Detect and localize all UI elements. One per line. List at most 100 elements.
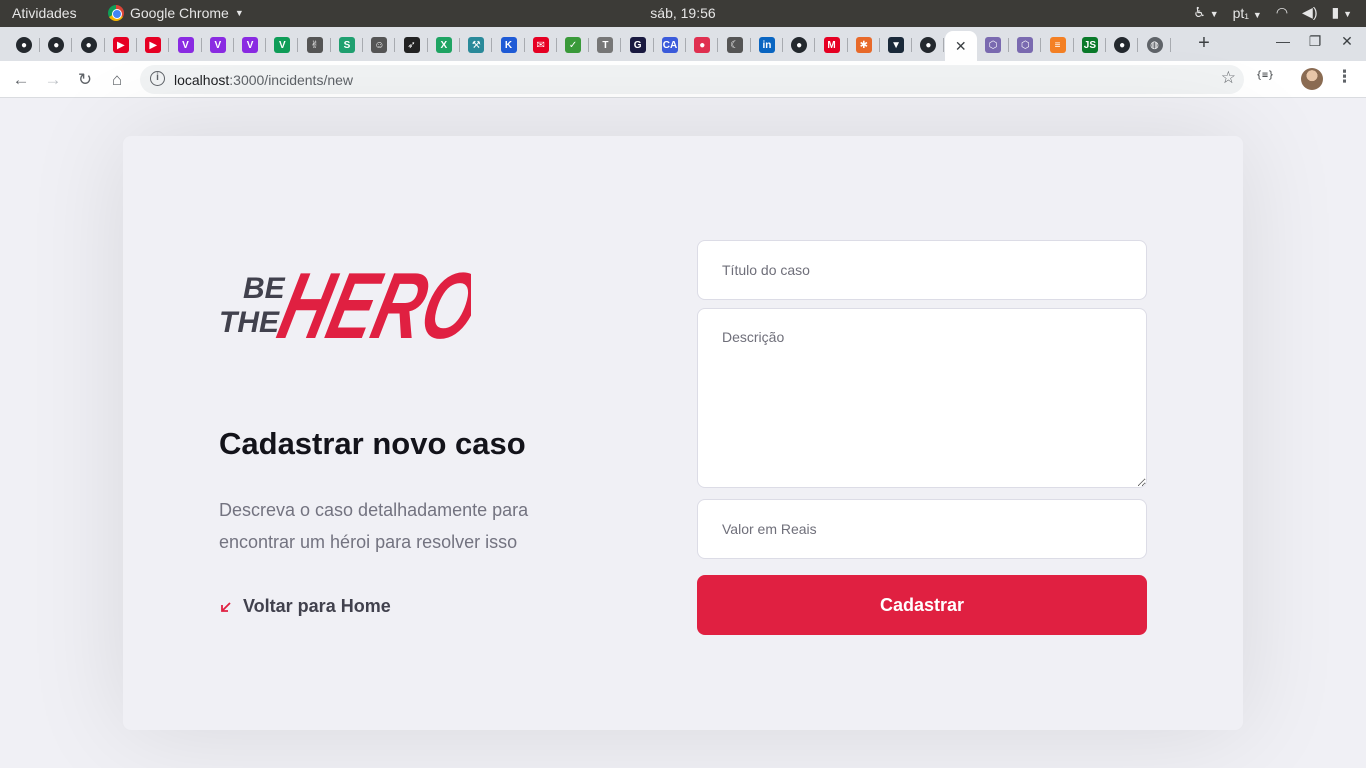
- browser-tab[interactable]: V: [234, 31, 267, 59]
- browser-tab[interactable]: ▼: [880, 31, 913, 59]
- browser-tab[interactable]: V: [170, 31, 202, 59]
- accessibility-icon[interactable]: ♿ ▼: [1193, 4, 1218, 21]
- browser-tab[interactable]: ☺: [363, 31, 396, 59]
- browser-tab[interactable]: S: [331, 31, 363, 59]
- language-indicator[interactable]: pt₁ ▼: [1233, 5, 1262, 21]
- s-icon: S: [339, 37, 355, 53]
- minimize-icon[interactable]: —: [1273, 33, 1293, 49]
- site-info-icon[interactable]: i: [150, 71, 165, 86]
- back-home-label: Voltar para Home: [243, 596, 391, 616]
- browser-tab[interactable]: ●: [40, 31, 73, 59]
- page-body: BE THE HERO Cadastrar novo caso Descreva…: [0, 98, 1366, 768]
- chat-icon: ✉: [532, 37, 549, 53]
- browser-tab[interactable]: ◍: [1139, 31, 1171, 59]
- close-icon: ✕: [954, 37, 967, 54]
- app-menu[interactable]: Google Chrome ▼: [108, 5, 244, 21]
- browser-tab[interactable]: ●: [783, 31, 816, 59]
- browser-tab[interactable]: ▶: [137, 31, 170, 59]
- v-icon: V: [209, 37, 226, 53]
- browser-tab[interactable]: M: [816, 31, 848, 59]
- browser-tab[interactable]: ✕: [944, 31, 977, 61]
- m-icon: M: [823, 37, 840, 53]
- browser-tab[interactable]: ⬡: [977, 31, 1009, 59]
- chevron-down-icon: ▼: [234, 8, 244, 18]
- browser-tab[interactable]: ●: [8, 31, 40, 59]
- arrow-left-down-icon: [221, 601, 231, 612]
- js-icon: JS: [1081, 37, 1098, 53]
- browser-tab[interactable]: K: [493, 31, 525, 59]
- github-icon: ●: [1114, 37, 1131, 53]
- github-icon: ●: [791, 37, 808, 53]
- browser-tab[interactable]: ●: [73, 31, 105, 59]
- youtube-music-icon: ▶: [112, 37, 129, 53]
- github-icon: ●: [920, 37, 937, 53]
- browser-tab[interactable]: V: [202, 31, 234, 59]
- stack-icon: ≡: [1049, 37, 1066, 53]
- browser-toolbar: ← → ↻ ⌂ i localhost:3000/incidents/new ☆…: [0, 61, 1366, 98]
- browser-tab[interactable]: ●: [1106, 31, 1139, 59]
- browser-tab[interactable]: ☾: [719, 31, 751, 59]
- reload-icon[interactable]: ↻: [72, 67, 98, 93]
- logo-be: BE: [243, 272, 286, 305]
- forward-icon[interactable]: →: [40, 67, 66, 93]
- browser-tab[interactable]: ✉: [525, 31, 557, 59]
- browser-tab[interactable]: CA: [654, 31, 686, 59]
- home-icon[interactable]: ⌂: [104, 67, 130, 93]
- browser-tab[interactable]: ⚒: [460, 31, 493, 59]
- clock[interactable]: sáb, 19:56: [650, 5, 715, 21]
- back-home-link[interactable]: Voltar para Home: [219, 596, 391, 617]
- url-text[interactable]: localhost:3000/incidents/new: [174, 72, 353, 88]
- address-bar[interactable]: i localhost:3000/incidents/new ☆: [140, 65, 1244, 94]
- case-title-input[interactable]: [697, 240, 1147, 300]
- browser-tab[interactable]: T: [589, 31, 622, 59]
- k-icon: K: [500, 37, 517, 53]
- browser-tab[interactable]: ➶: [396, 31, 428, 59]
- chrome-menu-icon[interactable]: ⋮: [1336, 67, 1353, 87]
- rocket-icon: ➶: [403, 37, 420, 53]
- wifi-icon[interactable]: ◠: [1276, 4, 1288, 21]
- browser-tab[interactable]: ≡: [1042, 31, 1074, 59]
- t-icon: T: [597, 37, 614, 53]
- browser-tab[interactable]: ▶: [105, 31, 137, 59]
- close-window-icon[interactable]: ✕: [1337, 33, 1357, 50]
- be-the-hero-logo: BE THE HERO: [219, 254, 471, 358]
- system-top-bar: Atividades Google Chrome ▼ sáb, 19:56 ♿ …: [0, 0, 1366, 27]
- bookmark-star-icon[interactable]: ☆: [1221, 68, 1236, 88]
- app-name: Google Chrome: [130, 5, 229, 21]
- browser-tab[interactable]: ✓: [557, 31, 590, 59]
- tab-strip: + — ❐ ✕ ● ● ● ▶ ▶ V V V V ✌ S ☺ ➶ X ⚒ K ✉ ✓ T G CA ● ☾ in ● M ✱ ▼ ● ✕…: [0, 27, 1366, 61]
- vuetify-icon: ▼: [888, 37, 905, 53]
- back-icon[interactable]: ←: [8, 67, 34, 93]
- submit-button[interactable]: Cadastrar: [697, 575, 1147, 635]
- browser-tab[interactable]: in: [751, 31, 783, 59]
- cube-icon: ⬡: [1017, 37, 1034, 53]
- x-icon: X: [435, 37, 452, 53]
- browser-tab[interactable]: V: [266, 31, 299, 59]
- youtube-music-icon: ▶: [145, 37, 162, 53]
- activities-button[interactable]: Atividades: [12, 5, 77, 21]
- battery-icon[interactable]: ▮ ▼: [1331, 4, 1352, 21]
- browser-tab[interactable]: ⬡: [1009, 31, 1042, 59]
- github-icon: ●: [48, 37, 65, 53]
- browser-tab[interactable]: ●: [686, 31, 719, 59]
- asterisk-icon: ✱: [855, 37, 872, 53]
- browser-tab[interactable]: ✌: [299, 31, 331, 59]
- github-icon: ●: [80, 37, 97, 53]
- restore-icon[interactable]: ❐: [1305, 33, 1325, 50]
- browser-tab[interactable]: G: [622, 31, 654, 59]
- page-title: Cadastrar novo caso: [219, 426, 526, 461]
- hand-icon: ✌: [306, 37, 323, 53]
- ca-icon: CA: [662, 37, 678, 53]
- case-value-input[interactable]: [697, 499, 1147, 559]
- browser-tab[interactable]: ✱: [848, 31, 880, 59]
- profile-avatar[interactable]: [1301, 68, 1323, 90]
- browser-tab[interactable]: X: [428, 31, 460, 59]
- pill-icon: ●: [694, 37, 711, 53]
- new-incident-card: BE THE HERO Cadastrar novo caso Descreva…: [123, 136, 1243, 730]
- case-description-textarea[interactable]: [697, 308, 1147, 488]
- new-tab-button[interactable]: +: [1192, 31, 1216, 57]
- browser-tab[interactable]: ●: [912, 31, 945, 59]
- volume-icon[interactable]: ◀): [1302, 4, 1317, 21]
- browser-tab[interactable]: JS: [1074, 31, 1106, 59]
- json-extension-icon[interactable]: {≡}: [1256, 70, 1274, 81]
